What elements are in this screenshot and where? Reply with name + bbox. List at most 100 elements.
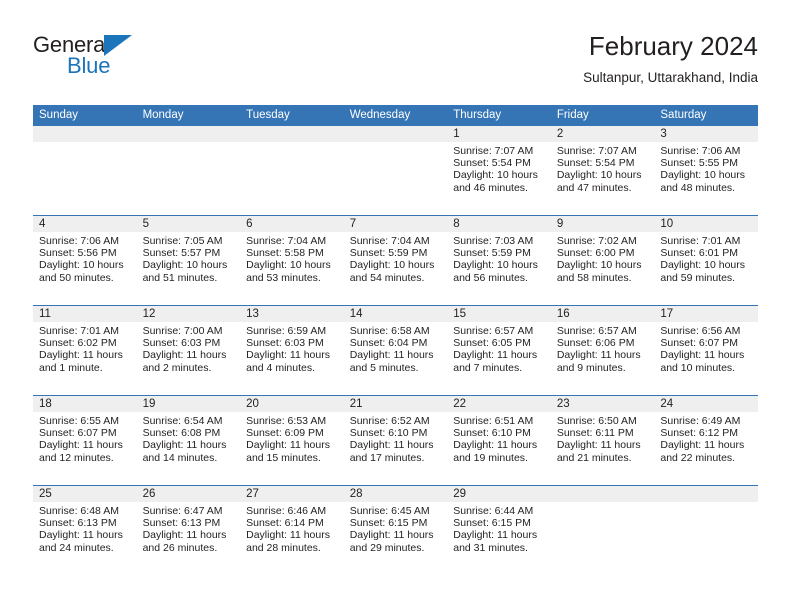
calendar-day-cell[interactable]: 12 Sunrise: 7:00 AM Sunset: 6:03 PM Dayligh… [136,305,241,396]
calendar-day-cell[interactable]: 11 Sunrise: 7:01 AM Sunset: 6:02 PM Dayligh… [33,305,137,396]
daylight-text-line1: Daylight: 11 hours [660,349,745,362]
sunrise-text: Sunrise: 7:06 AM [39,235,119,247]
daylight-text-line2: and 5 minutes. [349,361,419,374]
day-sun-info: Sunrise: 7:05 AM Sunset: 5:57 PM Daylight:… [137,232,241,284]
calendar-day-cell[interactable]: 6 Sunrise: 7:04 AM Sunset: 5:58 PM Daylight… [240,215,344,306]
day-number [33,126,137,142]
day-sun-info: Sunrise: 6:52 AM Sunset: 6:10 PM Daylight:… [344,412,448,464]
calendar-day-cell[interactable]: 8 Sunrise: 7:03 AM Sunset: 5:59 PM Daylight… [447,215,551,306]
day-cell-inner: 16 Sunrise: 6:57 AM Sunset: 6:06 PM Dayligh… [550,306,655,395]
calendar-day-cell[interactable]: 19 Sunrise: 6:54 AM Sunset: 6:08 PM Dayligh… [136,395,241,486]
calendar-day-cell[interactable]: 26 Sunrise: 6:47 AM Sunset: 6:13 PM Dayligh… [136,485,241,575]
day-number: 28 [343,486,448,502]
day-number: 7 [343,216,448,232]
calendar-day-cell[interactable]: 1 Sunrise: 7:07 AM Sunset: 5:54 PM Daylight… [447,126,551,216]
day-sun-info: Sunrise: 7:06 AM Sunset: 5:56 PM Daylight:… [33,232,137,284]
daylight-text-line1: Daylight: 10 hours [142,259,228,272]
daylight-text-line1: Daylight: 11 hours [39,439,123,452]
calendar-day-cell[interactable]: 22 Sunrise: 6:51 AM Sunset: 6:10 PM Dayligh… [447,395,551,486]
day-cell-inner: 27 Sunrise: 6:46 AM Sunset: 6:14 PM Dayligh… [240,486,344,575]
sunset-text: Sunset: 5:59 PM [453,247,531,260]
day-cell-inner [136,126,241,215]
day-number: 19 [136,396,241,412]
calendar-day-cell[interactable]: 4 Sunrise: 7:06 AM Sunset: 5:56 PM Daylight… [33,215,137,306]
day-cell-inner: 9 Sunrise: 7:02 AM Sunset: 6:00 PM Daylight… [550,216,655,305]
calendar-day-cell[interactable]: 2 Sunrise: 7:07 AM Sunset: 5:54 PM Daylight… [550,126,655,216]
daylight-text-line2: and 53 minutes. [246,271,321,284]
daylight-text-line2: and 19 minutes. [453,451,528,464]
day-cell-inner: 5 Sunrise: 7:05 AM Sunset: 5:57 PM Daylight… [136,216,241,305]
calendar-day-cell[interactable]: 3 Sunrise: 7:06 AM Sunset: 5:55 PM Daylight… [654,126,758,216]
day-number: 12 [136,306,241,322]
day-sun-info: Sunrise: 7:02 AM Sunset: 6:00 PM Daylight:… [551,232,655,284]
day-cell-inner: 13 Sunrise: 6:59 AM Sunset: 6:03 PM Dayligh… [240,306,344,395]
day-sun-info: Sunrise: 7:04 AM Sunset: 5:58 PM Daylight:… [240,232,344,284]
calendar-day-cell[interactable]: 20 Sunrise: 6:53 AM Sunset: 6:09 PM Dayligh… [240,395,344,486]
calendar-day-cell[interactable]: 14 Sunrise: 6:58 AM Sunset: 6:04 PM Dayligh… [343,305,448,396]
calendar-empty-cell [136,126,241,216]
calendar-day-cell[interactable]: 23 Sunrise: 6:50 AM Sunset: 6:11 PM Dayligh… [550,395,655,486]
day-number: 26 [136,486,241,502]
daylight-text-line1: Daylight: 11 hours [349,529,434,542]
day-number: 14 [343,306,448,322]
calendar-empty-cell [343,126,448,216]
daylight-text-line2: and 47 minutes. [556,181,632,194]
day-cell-inner: 3 Sunrise: 7:06 AM Sunset: 5:55 PM Daylight… [654,126,758,215]
calendar-week-row: 1 Sunrise: 7:07 AM Sunset: 5:54 PM Daylight… [33,126,758,216]
daylight-text-line1: Daylight: 10 hours [453,259,538,272]
calendar-day-cell[interactable]: 13 Sunrise: 6:59 AM Sunset: 6:03 PM Dayligh… [240,305,344,396]
sunrise-text: Sunrise: 7:07 AM [556,145,637,157]
daylight-text-line1: Daylight: 10 hours [660,169,746,182]
calendar-day-cell[interactable]: 16 Sunrise: 6:57 AM Sunset: 6:06 PM Dayligh… [550,305,655,396]
day-number: 22 [447,396,551,412]
day-number: 4 [33,216,137,232]
day-cell-inner [33,126,137,215]
calendar-day-cell[interactable]: 25 Sunrise: 6:48 AM Sunset: 6:13 PM Dayligh… [33,485,137,575]
calendar-day-cell[interactable]: 7 Sunrise: 7:04 AM Sunset: 5:59 PM Daylight… [343,215,448,306]
day-cell-inner: 28 Sunrise: 6:45 AM Sunset: 6:15 PM Dayligh… [343,486,448,575]
day-cell-inner: 14 Sunrise: 6:58 AM Sunset: 6:04 PM Dayligh… [343,306,448,395]
calendar-day-cell[interactable]: 5 Sunrise: 7:05 AM Sunset: 5:57 PM Daylight… [136,215,241,306]
sunrise-text: Sunrise: 7:01 AM [660,235,741,247]
day-number: 25 [33,486,137,502]
sunset-text: Sunset: 6:06 PM [556,337,635,350]
sunrise-text: Sunrise: 7:07 AM [453,145,534,157]
calendar-week-row: 11 Sunrise: 7:01 AM Sunset: 6:02 PM Dayligh… [33,305,758,396]
day-number: 16 [550,306,655,322]
sunrise-text: Sunrise: 6:52 AM [349,415,430,427]
calendar-day-cell[interactable]: 18 Sunrise: 6:55 AM Sunset: 6:07 PM Dayligh… [33,395,137,486]
daylight-text-line2: and 1 minute. [39,361,103,374]
calendar-day-cell[interactable]: 17 Sunrise: 6:56 AM Sunset: 6:07 PM Dayligh… [654,305,758,396]
day-number: 23 [550,396,655,412]
calendar-week-row: 25 Sunrise: 6:48 AM Sunset: 6:13 PM Dayligh… [33,485,758,575]
day-number [343,126,448,142]
daylight-text-line1: Daylight: 11 hours [453,349,538,362]
day-number: 15 [447,306,551,322]
calendar-day-cell[interactable]: 21 Sunrise: 6:52 AM Sunset: 6:10 PM Dayligh… [343,395,448,486]
day-number [550,486,655,502]
sunrise-text: Sunrise: 7:06 AM [660,145,741,157]
day-number: 24 [654,396,758,412]
daylight-text-line1: Daylight: 10 hours [246,259,331,272]
day-number [654,486,758,502]
day-number: 21 [343,396,448,412]
calendar-empty-cell [240,126,344,216]
sunrise-text: Sunrise: 6:58 AM [349,325,430,337]
calendar-day-cell[interactable]: 29 Sunrise: 6:44 AM Sunset: 6:15 PM Dayligh… [447,485,551,575]
calendar-day-cell[interactable]: 27 Sunrise: 6:46 AM Sunset: 6:14 PM Dayligh… [240,485,344,575]
daylight-text-line1: Daylight: 11 hours [142,529,227,542]
calendar-week-row: 4 Sunrise: 7:06 AM Sunset: 5:56 PM Daylight… [33,215,758,306]
day-cell-inner: 26 Sunrise: 6:47 AM Sunset: 6:13 PM Dayligh… [136,486,241,575]
calendar-day-cell[interactable]: 15 Sunrise: 6:57 AM Sunset: 6:05 PM Dayligh… [447,305,551,396]
calendar-day-cell[interactable]: 28 Sunrise: 6:45 AM Sunset: 6:15 PM Dayligh… [343,485,448,575]
sunrise-text: Sunrise: 6:50 AM [556,415,637,427]
calendar-day-cell[interactable]: 9 Sunrise: 7:02 AM Sunset: 6:00 PM Daylight… [550,215,655,306]
daylight-text-line1: Daylight: 11 hours [556,439,641,452]
day-cell-inner: 8 Sunrise: 7:03 AM Sunset: 5:59 PM Daylight… [447,216,551,305]
calendar-day-cell[interactable]: 10 Sunrise: 7:01 AM Sunset: 6:01 PM Dayligh… [654,215,758,306]
calendar-day-cell[interactable]: 24 Sunrise: 6:49 AM Sunset: 6:12 PM Dayligh… [654,395,758,486]
calendar-empty-cell [33,126,137,216]
day-cell-inner: 20 Sunrise: 6:53 AM Sunset: 6:09 PM Dayligh… [240,396,344,485]
daylight-text-line2: and 24 minutes. [39,541,114,554]
daylight-text-line1: Daylight: 10 hours [349,259,435,272]
